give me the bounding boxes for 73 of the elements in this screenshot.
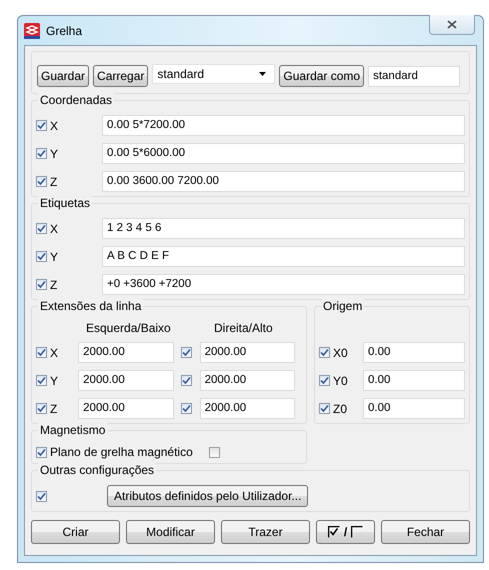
checkbox[interactable] [180,375,192,386]
input-field[interactable]: 0.00 3600.00 7200.00 [102,171,465,192]
action-button[interactable]: Fechar [381,520,470,544]
checkbox[interactable] [319,347,330,358]
checkbox[interactable] [180,403,192,414]
group-title: Origem [321,299,364,313]
input-field[interactable]: 0.00 [363,342,465,363]
group-title: Magnetismo [38,423,108,437]
checkbox[interactable] [319,375,330,386]
checkbox[interactable] [36,279,47,290]
column-header: Esquerda/Baixo [86,321,172,335]
axis-label: Y [49,146,60,160]
checkbox[interactable] [36,403,47,414]
toggle-all-button[interactable]: / [316,520,375,544]
checkbox[interactable] [36,148,47,159]
axis-label: Z [49,402,58,416]
input-field[interactable]: 2000.00 [78,370,174,391]
action-button[interactable]: Trazer [221,520,310,544]
axis-label: Y [49,250,60,264]
axis-label: Z0 [332,402,348,416]
dropdown-arrow-icon [259,72,266,76]
axis-label: X0 [332,346,349,360]
checkbox[interactable] [180,347,192,358]
save-as-button[interactable]: Guardar como [279,65,364,87]
load-button[interactable]: Carregar [93,65,148,87]
group-title: Coordenadas [38,93,114,107]
name-field[interactable]: standard [368,66,460,86]
input-field[interactable]: 0.00 [363,398,465,419]
preset-dropdown[interactable]: standard [152,64,276,84]
group-title: Extensões da linha [38,299,144,313]
user-attributes-button[interactable]: Atributos definidos pelo Utilizador... [107,485,308,507]
checkbox[interactable] [36,347,47,358]
input-field[interactable]: 2000.00 [78,342,174,363]
empty-box-icon [351,526,364,538]
axis-label: Y0 [332,374,349,388]
action-button[interactable]: Modificar [126,520,215,544]
input-field[interactable]: 2000.00 [200,342,295,363]
checkbox[interactable] [36,446,47,458]
group-title: Outras configurações [38,463,156,477]
input-field[interactable]: 0.00 5*6000.00 [102,143,465,164]
checkbox-label: Plano de grelha magnético [49,445,194,459]
app-logo-icon [24,22,40,38]
input-field[interactable]: 0.00 [363,370,465,391]
axis-label: Z [49,278,58,292]
action-button[interactable]: Criar [31,520,120,544]
window-title: Grelha [46,24,82,38]
checkbox[interactable] [36,120,47,131]
input-field[interactable]: 2000.00 [200,370,295,391]
checkbox[interactable] [36,176,47,187]
checkbox[interactable] [208,446,220,458]
input-field[interactable]: 1 2 3 4 5 6 [102,218,465,239]
close-icon [447,20,457,29]
close-button[interactable] [429,15,475,35]
checkbox[interactable] [36,251,47,262]
axis-label: X [49,222,60,236]
checkbox[interactable] [36,490,47,502]
input-field[interactable]: 2000.00 [200,398,295,419]
checked-box-icon [328,526,340,538]
column-header: Direita/Alto [214,321,273,335]
axis-label: X [49,118,60,132]
axis-label: Y [49,374,60,388]
input-field[interactable]: 0.00 5*7200.00 [102,115,465,136]
separator-label: / [344,525,348,539]
checkbox[interactable] [319,403,330,414]
input-field[interactable]: A B C D E F [102,246,465,267]
checkbox[interactable] [36,223,47,234]
save-button[interactable]: Guardar [37,65,90,87]
checkbox[interactable] [36,375,47,386]
input-field[interactable]: 2000.00 [78,398,174,419]
input-field[interactable]: +0 +3600 +7200 [102,274,465,295]
axis-label: Z [49,174,58,188]
group-title: Etiquetas [38,196,92,210]
axis-label: X [49,346,60,360]
